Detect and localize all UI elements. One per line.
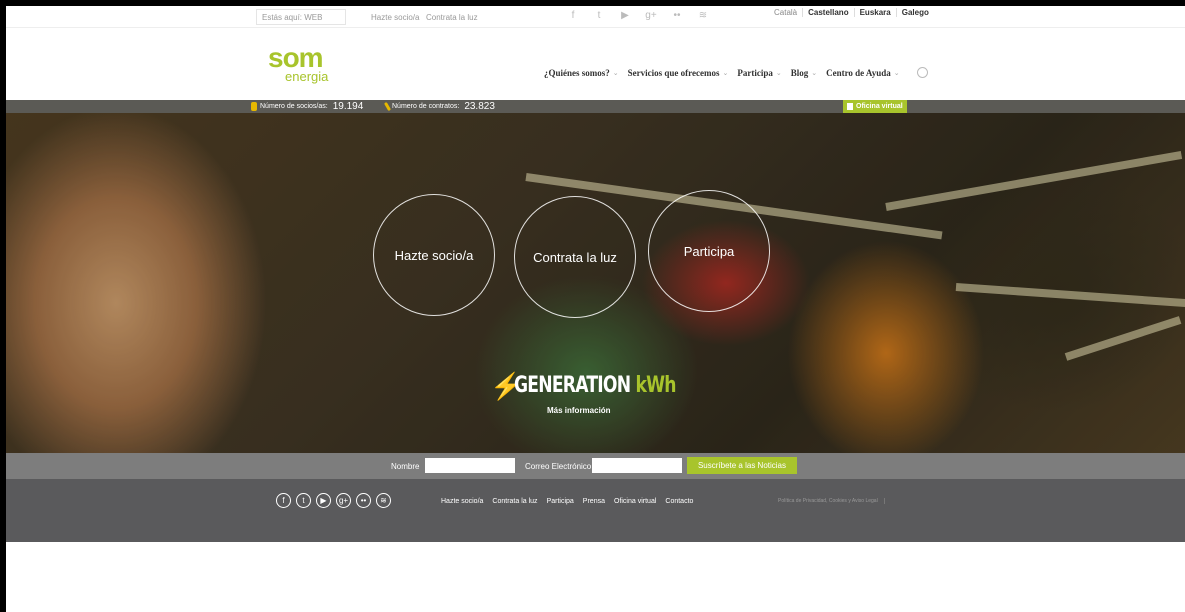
lang-catala[interactable]: Català xyxy=(769,8,802,17)
virtual-office-button[interactable]: Oficina virtual xyxy=(843,100,907,113)
search-icon[interactable] xyxy=(916,67,928,78)
name-label: Nombre xyxy=(391,462,420,471)
browser-page: Estás aquí: WEB Hazte socio/a Contrata l… xyxy=(6,6,1185,612)
youtube-icon[interactable]: ▶ xyxy=(618,9,632,23)
site-footer: f t ▶ g+ •• ≋ Hazte socio/a Contrata la … xyxy=(6,479,1185,542)
email-label: Correo Electrónico xyxy=(525,462,592,471)
hero-circle-participa[interactable]: Participa xyxy=(648,190,770,312)
chevron-down-icon: ⌄ xyxy=(893,68,900,77)
mas-informacion-link[interactable]: Más información xyxy=(547,406,611,415)
counters-bar: Número de socios/as: 19.194 Número de co… xyxy=(6,100,1185,113)
chevron-down-icon: ⌄ xyxy=(722,68,729,77)
lang-euskara[interactable]: Euskara xyxy=(853,8,896,17)
person-icon xyxy=(251,102,257,111)
nav-participa[interactable]: Participa ⌄ xyxy=(737,67,781,78)
facebook-icon[interactable]: f xyxy=(276,493,291,508)
footer-link-oficina-virtual[interactable]: Oficina virtual xyxy=(614,498,656,505)
footer-link-contacto[interactable]: Contacto xyxy=(665,498,693,505)
top-link-contrata-luz[interactable]: Contrata la luz xyxy=(426,13,478,22)
footer-link-prensa[interactable]: Prensa xyxy=(583,498,605,505)
footer-link-contrata-luz[interactable]: Contrata la luz xyxy=(492,498,537,505)
nav-blog[interactable]: Blog ⌄ xyxy=(791,67,817,78)
youtube-icon[interactable]: ▶ xyxy=(316,493,331,508)
generation-kwh-banner[interactable]: ⚡ GENERATION kWh Más información xyxy=(490,373,692,423)
flickr-icon[interactable]: •• xyxy=(356,493,371,508)
newsletter-bar: Nombre Correo Electrónico Suscríbete a l… xyxy=(6,453,1185,479)
language-switcher: Català Castellano Euskara Galego xyxy=(769,8,934,17)
nav-servicios[interactable]: Servicios que ofrecemos ⌄ xyxy=(628,67,729,78)
nav-quienes-somos[interactable]: ¿Quiénes somos? ⌄ xyxy=(544,67,619,78)
rss-icon[interactable]: ≋ xyxy=(376,493,391,508)
main-nav: ¿Quiénes somos? ⌄ Servicios que ofrecemos… xyxy=(544,67,928,78)
contracts-counter: Número de contratos: 23.823 xyxy=(383,101,495,112)
nav-centro-ayuda[interactable]: Centro de Ayuda ⌄ xyxy=(826,67,900,78)
hero-circle-hazte-socio[interactable]: Hazte socio/a xyxy=(373,194,495,316)
bolt-icon xyxy=(383,101,392,112)
googleplus-icon[interactable]: g+ xyxy=(644,9,658,23)
lock-icon xyxy=(847,103,853,110)
rss-icon[interactable]: ≋ xyxy=(696,9,710,23)
twitter-icon[interactable]: t xyxy=(296,493,311,508)
footer-links: Hazte socio/a Contrata la luz Participa … xyxy=(441,498,693,505)
flickr-icon[interactable]: •• xyxy=(670,9,684,23)
top-social-icons: f t ▶ g+ •• ≋ xyxy=(566,9,710,23)
generation-kwh-title: GENERATION kWh xyxy=(514,373,676,398)
breadcrumb: Estás aquí: WEB xyxy=(256,9,346,25)
members-counter: Número de socios/as: 19.194 xyxy=(251,101,363,112)
footer-link-participa[interactable]: Participa xyxy=(547,498,574,505)
subscribe-button[interactable]: Suscríbete a las Noticias xyxy=(687,457,797,474)
site-header: som energia ¿Quiénes somos? ⌄ Servicios q… xyxy=(6,28,1185,100)
top-bar: Estás aquí: WEB Hazte socio/a Contrata l… xyxy=(6,6,1185,28)
chevron-down-icon: ⌄ xyxy=(811,68,818,77)
email-field[interactable] xyxy=(592,458,682,473)
twitter-icon[interactable]: t xyxy=(592,9,606,23)
logo-energia: energia xyxy=(285,69,329,84)
lang-castellano[interactable]: Castellano xyxy=(802,8,853,17)
chevron-down-icon: ⌄ xyxy=(612,68,619,77)
lang-galego[interactable]: Galego xyxy=(895,8,934,17)
hero-circle-contrata-luz[interactable]: Contrata la luz xyxy=(514,196,636,318)
footer-social-icons: f t ▶ g+ •• ≋ xyxy=(276,493,391,508)
hero-banner: Hazte socio/a Contrata la luz Participa … xyxy=(6,113,1185,453)
som-energia-logo[interactable]: som energia xyxy=(268,44,358,89)
top-link-hazte-socio[interactable]: Hazte socio/a xyxy=(371,13,419,22)
facebook-icon[interactable]: f xyxy=(566,9,580,23)
chevron-down-icon: ⌄ xyxy=(775,68,782,77)
name-field[interactable] xyxy=(425,458,515,473)
googleplus-icon[interactable]: g+ xyxy=(336,493,351,508)
footer-link-hazte-socio[interactable]: Hazte socio/a xyxy=(441,498,483,505)
logo-som: som xyxy=(268,42,324,73)
legal-link[interactable]: Política de Privacidad, Cookies y Aviso … xyxy=(778,498,885,504)
